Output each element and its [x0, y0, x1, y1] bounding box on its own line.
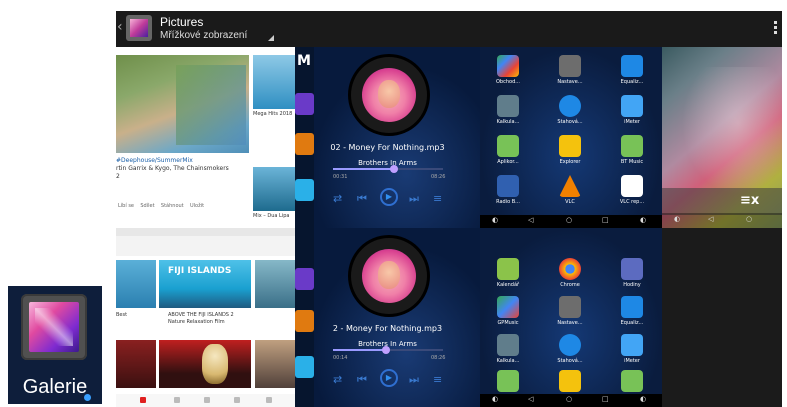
- bt-music-icon: [621, 370, 643, 392]
- repeat-icon: ⇄: [333, 192, 343, 205]
- calculator-icon: [497, 334, 519, 356]
- video-thumb: [255, 260, 295, 308]
- video-caption: Best: [116, 312, 128, 318]
- app-icon: [126, 15, 152, 41]
- progress-bar: [333, 346, 443, 354]
- video-thumb-text: FIJI ISLANDS: [168, 266, 232, 276]
- thumbnail-empty: [662, 228, 782, 407]
- thumbnail-app-drawer[interactable]: Obchod... Nastave... Equaliz... Kalkula.…: [480, 47, 662, 228]
- time-total: 08:26: [431, 355, 446, 361]
- share-action: Sdílet: [140, 203, 155, 209]
- galerie-launcher-icon[interactable]: Galerie: [8, 286, 102, 404]
- thumbnail-youtube-video[interactable]: #Deephouse/SummerMix rtin Garrix & Kygo,…: [116, 47, 295, 236]
- play-icon: ▶: [380, 369, 398, 387]
- radio-icon: [497, 175, 519, 197]
- song-title: 2 - Money For Nothing.mp3: [332, 324, 443, 333]
- app-icon: [295, 179, 314, 201]
- video-title: rtin Garrix & Kygo, The Chainsmokers: [116, 165, 229, 172]
- album-title: Pictures: [160, 15, 204, 29]
- nav-bar: ◐ ◁ ○ □ ◐: [480, 215, 662, 228]
- thumbnail-wallpaper[interactable]: ≡x ◐ ◁ ○: [662, 47, 782, 228]
- divider: [116, 228, 295, 236]
- explorer-icon: [559, 370, 581, 392]
- search-bar: [116, 236, 295, 256]
- time-elapsed: 00:31: [333, 174, 348, 180]
- downloads-icon: [559, 334, 581, 356]
- save-action: Uložit: [190, 203, 205, 209]
- calculator-icon: [497, 95, 519, 117]
- video-preview: [116, 55, 249, 153]
- video-thumb: [255, 340, 295, 388]
- play-icon: ▶: [380, 188, 398, 206]
- chrome-icon: [559, 258, 581, 280]
- progress-bar: [333, 165, 443, 173]
- time-total: 08:26: [431, 174, 446, 180]
- video-caption: ABOVE THE FIJI ISLANDS 2 Nature Relaxatio…: [168, 312, 234, 325]
- thumbnail-app-drawer[interactable]: Kalendář Chrome Hodiny GPMusic Nastave..…: [480, 228, 662, 407]
- bottom-nav: [116, 394, 295, 407]
- artist-name: Brothers In Arms: [358, 159, 417, 167]
- side-caption: Mega Hits 2018: [253, 111, 293, 117]
- song-title: 02 - Money For Nothing.mp3: [330, 143, 445, 152]
- thumbnail-music-player[interactable]: 2 - Money For Nothing.mp3 Brothers In Ar…: [295, 228, 480, 407]
- settings-icon: [559, 296, 581, 318]
- play-music-icon: [497, 296, 519, 318]
- like-action: Líbí se: [118, 203, 135, 209]
- play-store-icon: [497, 55, 519, 77]
- explorer-icon: [559, 135, 581, 157]
- thumbnail-music-player[interactable]: M 02 - Money For Nothing.mp3 Brothers In…: [295, 47, 480, 228]
- time-elapsed: 00:14: [333, 355, 348, 361]
- imeter-icon: [621, 95, 643, 117]
- radio-icon: [295, 93, 314, 115]
- bt-music-icon: [621, 135, 643, 157]
- action-bar: ‹ Pictures Mřížkové zobrazení: [116, 11, 782, 47]
- back-icon[interactable]: ‹: [117, 19, 123, 35]
- video-number: 2: [116, 173, 120, 180]
- repeat-icon: ⇄: [333, 373, 343, 386]
- clock-icon: [621, 258, 643, 280]
- side-caption: Mix – Dua Lipa: [253, 213, 290, 219]
- dropdown-arrow-icon[interactable]: [268, 35, 274, 41]
- next-icon: ⏭: [409, 192, 419, 205]
- album-art: [351, 238, 427, 314]
- download-action: Stáhnout: [160, 203, 184, 209]
- related-video-thumb: [253, 167, 295, 211]
- exit-icon: ≡x: [740, 193, 760, 208]
- next-icon: ⏭: [409, 373, 419, 386]
- equalizer-icon: [621, 296, 643, 318]
- thumbnail-youtube-feed[interactable]: FIJI ISLANDS Best ABOVE THE FIJI ISLANDS…: [116, 236, 295, 407]
- hashtag-line: #Deephouse/SummerMix: [116, 157, 193, 164]
- previous-icon: ⏮: [357, 373, 367, 386]
- playlist-icon: ≡: [433, 192, 443, 205]
- gallery-screen: ‹ Pictures Mřížkové zobrazení #Deephouse…: [116, 11, 782, 407]
- video-thumb: [116, 260, 156, 308]
- vlc-icon: [559, 175, 581, 197]
- app-icon: [295, 356, 314, 378]
- singer-image: [202, 344, 228, 384]
- notification-dot: [84, 394, 91, 401]
- album-art: [351, 57, 427, 133]
- calendar-icon: [497, 258, 519, 280]
- nav-bar: ◐ ◁ ○ □ ◐: [480, 394, 662, 407]
- related-video-thumb: [253, 55, 295, 109]
- downloads-icon: [559, 95, 581, 117]
- video-thumb: [116, 340, 156, 388]
- overflow-menu-icon[interactable]: [774, 21, 778, 37]
- gallery-app-icon: [21, 294, 87, 360]
- previous-icon: ⏮: [357, 192, 367, 205]
- equalizer-icon: [621, 55, 643, 77]
- settings-icon: [559, 55, 581, 77]
- android-icon: [497, 370, 519, 392]
- radio-icon: [295, 268, 314, 290]
- imeter-icon: [621, 334, 643, 356]
- vlc-remote-icon: [621, 175, 643, 197]
- android-icon: [497, 135, 519, 157]
- view-mode-dropdown[interactable]: Mřížkové zobrazení: [160, 30, 247, 41]
- nav-bar: ◐ ◁ ○: [662, 213, 782, 228]
- playlist-icon: ≡: [433, 373, 443, 386]
